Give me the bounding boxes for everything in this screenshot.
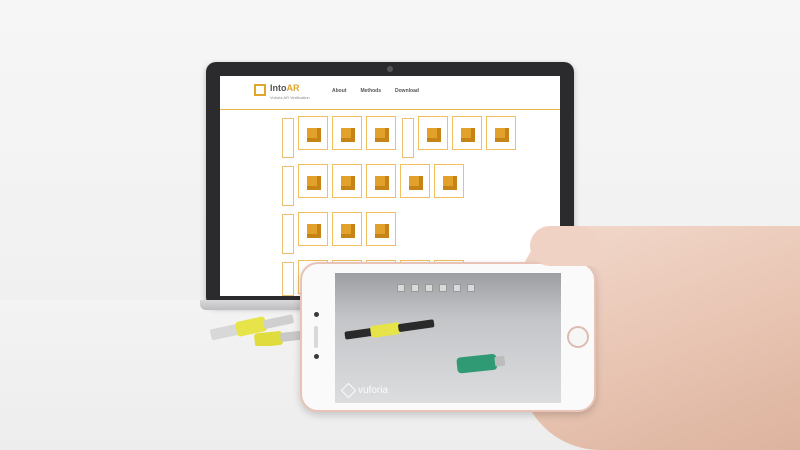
cube-logo-icon <box>254 84 266 96</box>
ar-camera-view[interactable]: vuforia <box>335 273 561 403</box>
front-camera <box>314 312 319 317</box>
ar-mini-icon[interactable] <box>453 284 461 292</box>
brand-main: Into <box>270 83 287 93</box>
cube-icon <box>375 224 389 238</box>
nav-download[interactable]: Download <box>395 88 419 94</box>
category-tab-5[interactable] <box>282 262 294 296</box>
green-battery-body <box>456 353 498 374</box>
web-header: IntoAR Vuforia AR Verification About Met… <box>220 76 560 110</box>
nav-about[interactable]: About <box>332 88 346 94</box>
web-brand[interactable]: IntoAR <box>270 83 300 93</box>
ar-toolbar <box>397 281 487 295</box>
method-tile[interactable] <box>366 116 396 150</box>
cube-icon <box>427 128 441 142</box>
method-tile[interactable] <box>332 116 362 150</box>
ar-mini-icon[interactable] <box>425 284 433 292</box>
cube-icon <box>307 176 321 190</box>
vuforia-logo-icon <box>340 382 357 399</box>
cube-icon <box>341 224 355 238</box>
cube-icon <box>375 176 389 190</box>
cube-icon <box>307 128 321 142</box>
method-tile[interactable] <box>400 164 430 198</box>
web-nav: About Methods Download <box>332 88 419 94</box>
cube-icon <box>443 176 457 190</box>
cube-icon <box>461 128 475 142</box>
cube-icon <box>375 128 389 142</box>
cube-icon <box>409 176 423 190</box>
ar-battery-pair <box>344 319 435 340</box>
phone: vuforia <box>300 262 596 412</box>
thumb <box>530 226 600 266</box>
method-tile[interactable] <box>332 212 362 246</box>
method-tile[interactable] <box>298 116 328 150</box>
cube-icon <box>341 176 355 190</box>
category-tab-3[interactable] <box>282 166 294 206</box>
method-tile[interactable] <box>332 164 362 198</box>
home-button[interactable] <box>567 326 589 348</box>
speaker-grille <box>314 326 318 348</box>
green-battery-cap <box>494 355 506 367</box>
method-tile[interactable] <box>298 164 328 198</box>
ar-battery-terminal <box>398 319 435 332</box>
method-tile[interactable] <box>366 212 396 246</box>
method-tile[interactable] <box>366 164 396 198</box>
watermark-text: vuforia <box>358 385 389 396</box>
category-tab-4[interactable] <box>282 214 294 254</box>
method-tile[interactable] <box>452 116 482 150</box>
ar-battery-body <box>370 322 401 338</box>
method-tile[interactable] <box>298 212 328 246</box>
battery-pair <box>210 314 306 346</box>
web-tagline: Vuforia AR Verification <box>270 95 310 100</box>
ar-mini-icon[interactable] <box>439 284 447 292</box>
cube-icon <box>495 128 509 142</box>
ar-mini-icon[interactable] <box>467 284 475 292</box>
brand-accent: AR <box>286 83 300 93</box>
proximity-sensor <box>314 354 319 359</box>
ar-mini-icon[interactable] <box>411 284 419 292</box>
category-tab-2[interactable] <box>402 118 414 158</box>
method-tile[interactable] <box>418 116 448 150</box>
battery-terminal <box>263 314 294 329</box>
nav-methods[interactable]: Methods <box>360 88 381 94</box>
ar-mini-icon[interactable] <box>397 284 405 292</box>
laptop-camera <box>387 66 393 72</box>
category-tab-1[interactable] <box>282 118 294 158</box>
battery-body <box>254 331 283 346</box>
method-tile[interactable] <box>434 164 464 198</box>
green-battery <box>456 353 506 374</box>
cube-icon <box>307 224 321 238</box>
cube-icon <box>341 128 355 142</box>
method-tile[interactable] <box>486 116 516 150</box>
vuforia-watermark: vuforia <box>340 382 389 399</box>
